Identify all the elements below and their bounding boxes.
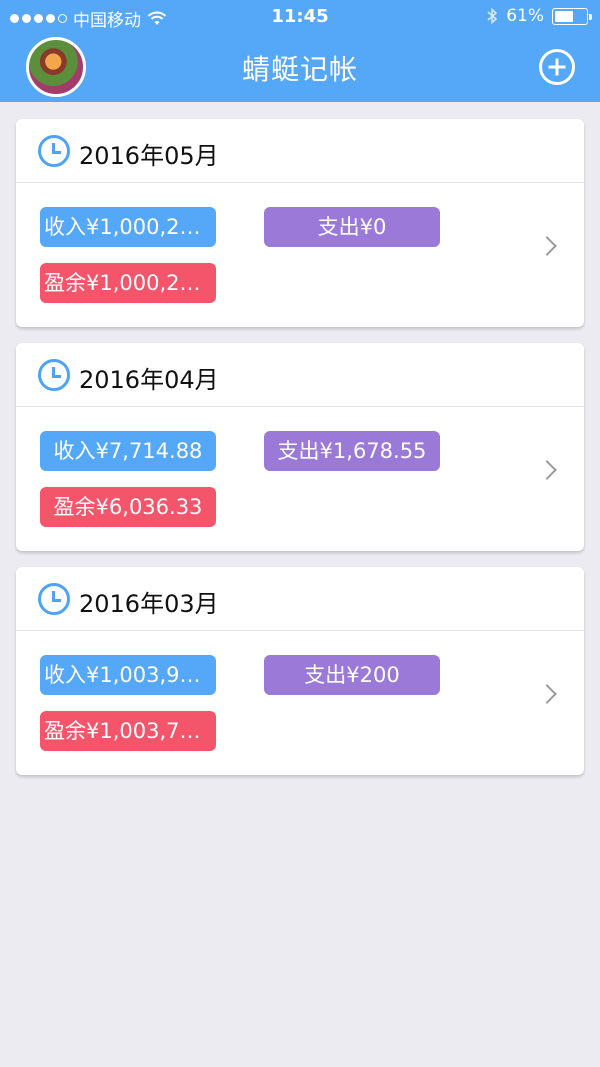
status-bar: 中国移动 11:45 61% [0,0,600,34]
month-label: 2016年04月 [79,366,219,394]
month-card[interactable]: 2016年05月 收入¥1,000,22... 支出¥0 盈余¥1,000,22… [16,119,584,327]
income-badge: 收入¥7,714.88 [40,431,216,471]
page-title: 蜻蜓记帐 [241,53,358,86]
month-label: 2016年03月 [79,590,219,618]
income-badge: 收入¥1,003,90... [40,655,216,695]
chevron-right-icon[interactable] [537,460,557,480]
expense-badge: 支出¥200 [264,655,440,695]
card-header: 2016年03月 [16,567,584,631]
top-bar: 中国移动 11:45 61% 蜻蜓记帐 [0,0,600,102]
battery-percent: 61% [506,6,544,26]
surplus-badge: 盈余¥1,000,22... [40,263,216,303]
month-card[interactable]: 2016年03月 收入¥1,003,90... 支出¥200 盈余¥1,003,… [16,567,584,775]
expense-badge: 支出¥1,678.55 [264,431,440,471]
surplus-badge: 盈余¥1,003,70... [40,711,216,751]
navigation-bar: 蜻蜓记帐 [0,34,600,102]
month-label: 2016年05月 [79,142,219,170]
expense-badge: 支出¥0 [264,207,440,247]
clock-icon [38,359,70,391]
card-header: 2016年04月 [16,343,584,407]
battery-icon [552,7,592,25]
status-right: 61% [486,6,592,26]
bluetooth-icon [487,7,498,25]
battery-level [555,10,573,22]
income-badge: 收入¥1,000,22... [40,207,216,247]
card-header: 2016年05月 [16,119,584,183]
month-card[interactable]: 2016年04月 收入¥7,714.88 支出¥1,678.55 盈余¥6,03… [16,343,584,551]
add-record-button[interactable] [539,49,575,85]
clock-icon [38,135,70,167]
chevron-right-icon[interactable] [537,684,557,704]
clock-icon [38,583,70,615]
chevron-right-icon[interactable] [537,236,557,256]
surplus-badge: 盈余¥6,036.33 [40,487,216,527]
